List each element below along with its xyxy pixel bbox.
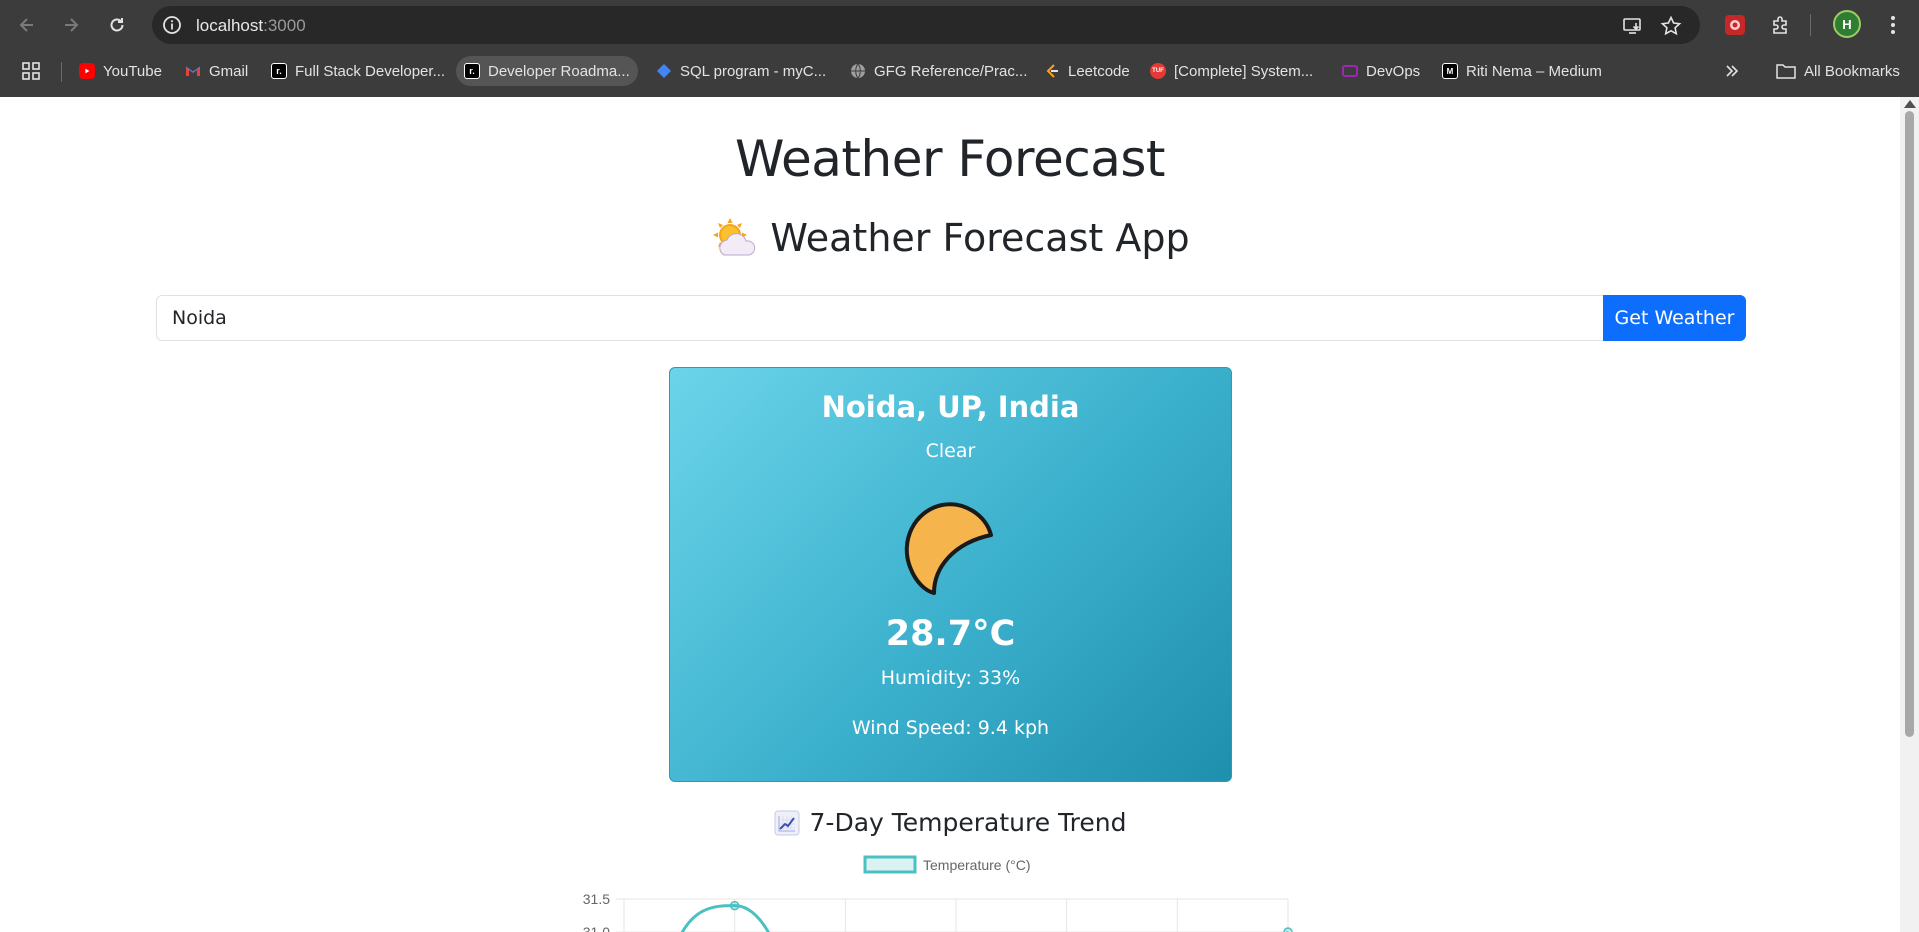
extensions-menu-button[interactable] (1768, 12, 1794, 38)
reload-button[interactable] (102, 10, 132, 40)
bookmark-youtube[interactable]: YouTube (71, 56, 170, 86)
bookmark-label: Developer Roadma... (488, 62, 630, 80)
bookmark-label: Riti Nema – Medium (1466, 62, 1602, 80)
url-host: localhost (196, 16, 264, 35)
get-weather-button[interactable]: Get Weather (1603, 295, 1746, 341)
bookmark-system-design[interactable]: TUF [Complete] System... (1142, 56, 1321, 86)
puzzle-icon (1773, 16, 1787, 34)
bookmark-gmail[interactable]: Gmail (177, 56, 256, 86)
reload-icon (110, 18, 124, 32)
scroll-up-arrow-icon[interactable] (1904, 100, 1916, 108)
bookmark-label: Gmail (209, 62, 249, 80)
youtube-icon (79, 63, 95, 79)
kebab-menu-icon (1891, 16, 1895, 34)
temperature-chart: Temperature (°C) 31.5 31.0 (560, 854, 1300, 932)
bookmark-devops[interactable]: DevOps (1334, 56, 1428, 86)
extension-button[interactable] (1722, 12, 1748, 38)
app-title: Weather Forecast App (0, 216, 1900, 260)
browser-chrome: localhost:3000 H YouTube Gmail r. Full S… (0, 0, 1919, 97)
page-heading: Weather Forecast (735, 130, 1166, 188)
bookmark-leetcode[interactable]: Leetcode (1036, 56, 1138, 86)
scrollbar-thumb[interactable] (1905, 111, 1914, 737)
gmail-icon (185, 63, 201, 79)
devops-icon (1342, 63, 1358, 79)
humidity-value: Humidity: 33% (880, 667, 1021, 689)
chart-increasing-icon (774, 810, 800, 835)
bookmark-medium[interactable]: M Riti Nema – Medium (1434, 56, 1610, 86)
data-point (729, 900, 740, 911)
chart-heading-text: 7-Day Temperature Trend (809, 808, 1127, 837)
forward-button[interactable] (56, 10, 86, 40)
forward-arrow-icon (65, 18, 79, 32)
temperature-value: 28.7°C (885, 614, 1016, 654)
search-form: Get Weather (156, 295, 1746, 341)
page-content: Weather Forecast Weather Forecast App Ge… (0, 97, 1900, 932)
chart-heading: 7-Day Temperature Trend (0, 808, 1900, 837)
moon-icon (904, 502, 993, 595)
toolbar-divider (1810, 14, 1811, 36)
roadmap-icon: r. (271, 63, 287, 79)
all-bookmarks-label: All Bookmarks (1804, 62, 1900, 80)
back-arrow-icon (19, 18, 33, 32)
temperature-line (680, 904, 770, 932)
more-bookmarks-button[interactable] (1716, 56, 1748, 86)
bookmarks-divider (61, 62, 62, 82)
temperature-chart-svg: Temperature (°C) 31.5 31.0 (583, 855, 1293, 932)
data-point (1283, 927, 1293, 932)
bookmark-label: Leetcode (1068, 62, 1130, 80)
bookmark-label: YouTube (103, 62, 162, 80)
profile-avatar[interactable]: H (1833, 10, 1861, 38)
url-port: :3000 (263, 16, 306, 35)
double-chevron-right-icon (1726, 65, 1739, 77)
bookmark-label: GFG Reference/Prac... (874, 62, 1028, 80)
url-text[interactable]: localhost:3000 (196, 16, 306, 36)
apps-button[interactable] (14, 56, 48, 86)
apps-grid-icon (22, 62, 40, 80)
weather-condition: Clear (925, 440, 976, 462)
y-tick-label: 31.0 (583, 924, 610, 932)
bookmarks-bar: YouTube Gmail r. Full Stack Developer...… (0, 52, 1919, 90)
city-search-input[interactable] (156, 295, 1604, 341)
diamond-icon (656, 63, 672, 79)
bookmark-star-icon[interactable] (1660, 15, 1682, 37)
address-bar[interactable]: localhost:3000 (152, 6, 1700, 44)
extension-red-icon (1725, 15, 1745, 35)
bookmark-full-stack[interactable]: r. Full Stack Developer... (263, 56, 453, 86)
back-button[interactable] (12, 10, 42, 40)
folder-icon (1776, 64, 1796, 79)
site-info-icon[interactable] (162, 15, 182, 35)
y-tick-label: 31.5 (583, 891, 610, 907)
wind-speed-value: Wind Speed: 9.4 kph (851, 717, 1050, 739)
all-bookmarks-button[interactable]: All Bookmarks (1768, 56, 1908, 86)
weather-card: Noida, UP, India Clear 28.7°C Humidity: … (669, 367, 1232, 782)
app-title-text: Weather Forecast App (770, 216, 1190, 260)
bookmark-sql-program[interactable]: SQL program - myC... (648, 56, 834, 86)
legend-label: Temperature (°C) (923, 857, 1031, 873)
browser-menu-button[interactable] (1880, 12, 1906, 38)
page-scrollbar[interactable] (1900, 97, 1919, 932)
legend-swatch (863, 855, 917, 874)
globe-icon (850, 63, 866, 79)
medium-icon: M (1442, 63, 1458, 79)
sun-behind-cloud-icon (713, 218, 756, 256)
roadmap-icon: r. (464, 63, 480, 79)
weather-location: Noida, UP, India (821, 390, 1080, 424)
bookmark-label: SQL program - myC... (680, 62, 827, 80)
bookmark-label: DevOps (1366, 62, 1421, 80)
tuf-icon: TUF (1150, 63, 1166, 79)
bookmark-label: [Complete] System... (1174, 62, 1314, 80)
bookmark-gfg[interactable]: GFG Reference/Prac... (842, 56, 1035, 86)
bookmark-label: Full Stack Developer... (295, 62, 446, 80)
bookmark-developer-roadmap[interactable]: r. Developer Roadma... (456, 56, 638, 86)
install-app-icon[interactable] (1622, 15, 1644, 37)
leetcode-icon (1044, 63, 1060, 79)
browser-toolbar: localhost:3000 H (0, 0, 1919, 50)
